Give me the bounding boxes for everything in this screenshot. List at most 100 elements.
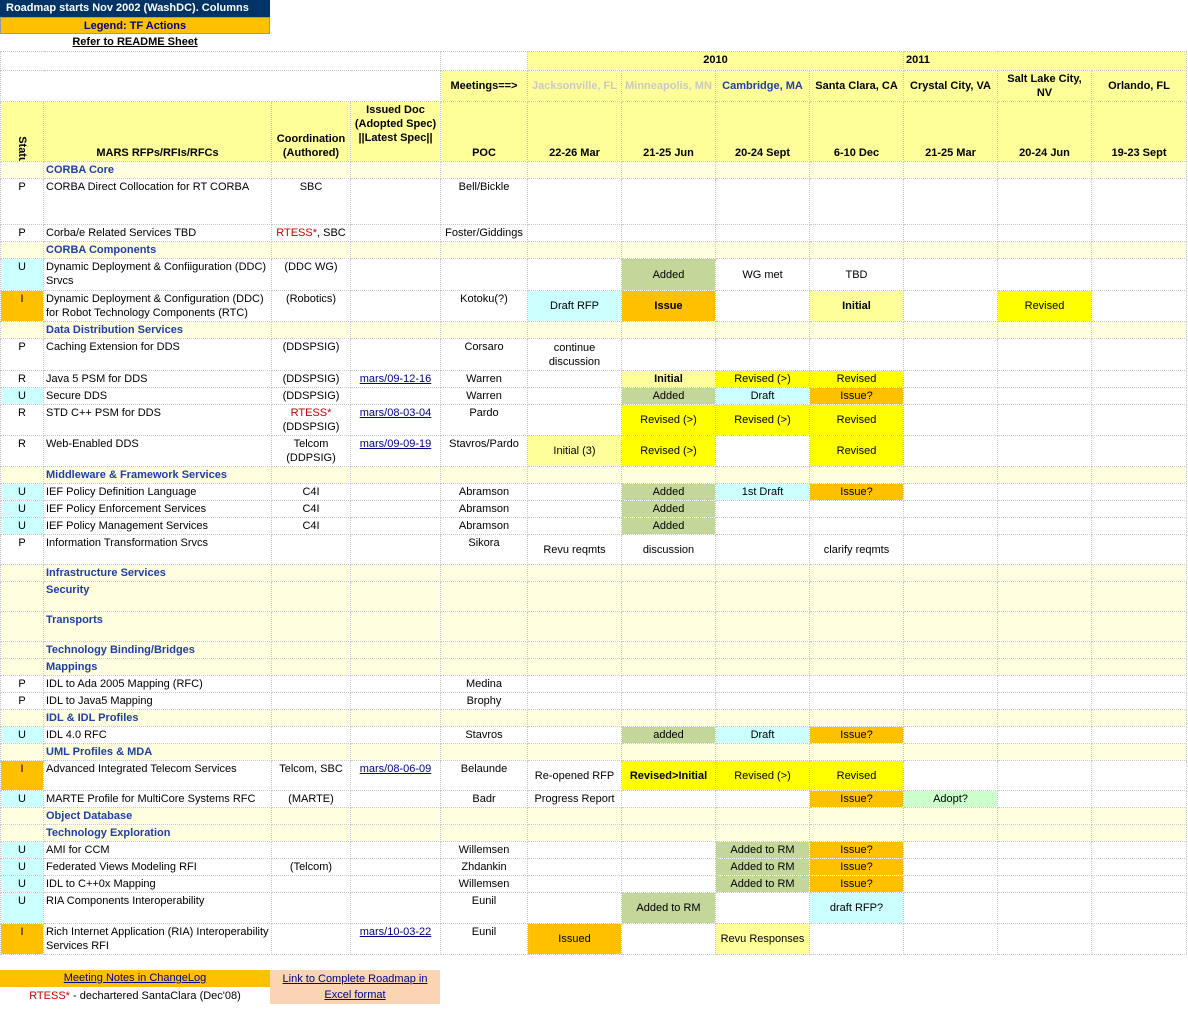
poc-cell: Abramson bbox=[440, 483, 528, 501]
meeting-action-cell: Initial bbox=[621, 370, 716, 388]
section-row: Data Distribution Services bbox=[0, 321, 1187, 339]
coordination-text: C4I bbox=[302, 503, 320, 515]
poc-cell: Bell/Bickle bbox=[440, 178, 528, 225]
meeting-action-cell bbox=[903, 258, 998, 291]
coordination-cell: C4I bbox=[271, 483, 351, 501]
meeting-action-cell bbox=[527, 692, 622, 710]
meeting-action-cell bbox=[1091, 760, 1187, 791]
section-row: Mappings bbox=[0, 658, 1187, 676]
roadmap-title: Roadmap starts Nov 2002 (WashDC). Column… bbox=[0, 0, 270, 17]
issued-doc-cell bbox=[350, 858, 441, 876]
meeting-action-cell: Issue? bbox=[809, 726, 904, 744]
issued-doc-cell bbox=[350, 790, 441, 808]
meeting-action-cell bbox=[715, 290, 810, 322]
meeting-action-cell bbox=[997, 387, 1092, 405]
blank-cell bbox=[809, 581, 904, 612]
meeting-action-cell bbox=[715, 692, 810, 710]
meeting-action-cell: Revised (>) bbox=[715, 404, 810, 436]
meeting-action-cell bbox=[997, 726, 1092, 744]
blank-cell bbox=[271, 161, 351, 179]
blank-cell bbox=[527, 241, 622, 259]
blank-cell bbox=[715, 743, 810, 761]
status-cell: R bbox=[0, 435, 44, 467]
meeting-action-cell: Revu Responses bbox=[715, 923, 810, 955]
poc-cell: Foster/Giddings bbox=[440, 224, 528, 242]
coordination-text: (DDSPSIG) bbox=[282, 373, 340, 385]
meeting-action-cell bbox=[997, 923, 1092, 955]
doc-link[interactable]: mars/09-12-16 bbox=[360, 373, 432, 385]
meeting-action-cell bbox=[903, 841, 998, 859]
status-cell: I bbox=[0, 760, 44, 791]
meeting-action-cell bbox=[903, 892, 998, 924]
blank-cell bbox=[621, 807, 716, 825]
issued-doc-cell bbox=[350, 338, 441, 371]
coordination-cell bbox=[271, 692, 351, 710]
issued-doc-header: Issued Doc (Adopted Spec) ||Latest Spec|… bbox=[350, 101, 441, 162]
meeting-action-cell bbox=[527, 675, 622, 693]
status-cell: U bbox=[0, 726, 44, 744]
meeting-action-cell: clarify reqmts bbox=[809, 534, 904, 565]
blank-cell bbox=[809, 564, 904, 582]
blank-cell bbox=[809, 641, 904, 659]
blank-cell bbox=[809, 241, 904, 259]
coordination-cell: (MARTE) bbox=[271, 790, 351, 808]
complete-roadmap-link[interactable]: Link to Complete Roadmap in Excel format bbox=[270, 970, 440, 1004]
blank-cell bbox=[350, 321, 441, 339]
doc-link[interactable]: mars/09-09-19 bbox=[360, 438, 432, 450]
issued-doc-cell: mars/10-03-22 bbox=[350, 923, 441, 955]
blank-cell bbox=[440, 658, 528, 676]
meeting-notes-link[interactable]: Meeting Notes in ChangeLog bbox=[0, 970, 270, 987]
meeting-action-cell bbox=[809, 692, 904, 710]
blank-cell bbox=[809, 321, 904, 339]
blank-cell bbox=[997, 709, 1092, 727]
issued-doc-cell bbox=[350, 483, 441, 501]
meeting-action-cell: Added bbox=[621, 500, 716, 518]
blank-cell bbox=[440, 161, 528, 179]
roadmap-table: 2010 2011 Meetings==> Jacksonville, FL Mi… bbox=[0, 51, 1187, 955]
issued-doc-cell bbox=[350, 841, 441, 859]
blank-cell bbox=[440, 641, 528, 659]
rfp-name: IDL to Ada 2005 Mapping (RFC) bbox=[43, 675, 272, 693]
blank-cell bbox=[440, 709, 528, 727]
coordination-text: (DDSPSIG) bbox=[282, 390, 340, 402]
meeting-action-cell bbox=[1091, 387, 1187, 405]
readme-link[interactable]: Refer to README Sheet bbox=[0, 34, 270, 51]
meeting-action-cell bbox=[997, 258, 1092, 291]
meeting-action-cell bbox=[621, 875, 716, 893]
meeting-action-cell bbox=[621, 338, 716, 371]
meeting-action-cell: Revised (>) bbox=[621, 404, 716, 436]
section-row: Object Database bbox=[0, 807, 1187, 825]
meeting-action-cell bbox=[1091, 224, 1187, 242]
coordination-text: , SBC bbox=[317, 227, 346, 239]
meeting-action-cell: discussion bbox=[621, 534, 716, 565]
table-row: P Information Transformation Srvcs Sikora R… bbox=[0, 534, 1187, 565]
blank-cell bbox=[527, 807, 622, 825]
meeting-action-cell bbox=[997, 338, 1092, 371]
blank-cell bbox=[440, 466, 528, 484]
blank-cell bbox=[0, 641, 44, 659]
meeting-action-cell bbox=[997, 692, 1092, 710]
meeting-action-cell: Draft bbox=[715, 726, 810, 744]
coordination-cell bbox=[271, 675, 351, 693]
blank-cell bbox=[440, 321, 528, 339]
doc-link[interactable]: mars/08-06-09 bbox=[360, 763, 432, 775]
table-row: R Web-Enabled DDS Telcom (DDPSIG) mars/09-0… bbox=[0, 435, 1187, 467]
poc-cell: Stavros/Pardo bbox=[440, 435, 528, 467]
doc-link[interactable]: mars/10-03-22 bbox=[360, 926, 432, 938]
issued-doc-cell bbox=[350, 387, 441, 405]
blank-cell bbox=[903, 161, 998, 179]
status-cell: U bbox=[0, 841, 44, 859]
meeting-action-cell: Draft bbox=[715, 387, 810, 405]
blank-cell bbox=[715, 611, 810, 642]
coordination-text: (DDC WG) bbox=[284, 261, 338, 273]
coordination-cell bbox=[271, 892, 351, 924]
blank-cell bbox=[1091, 824, 1187, 842]
doc-link[interactable]: mars/08-03-04 bbox=[360, 407, 432, 419]
blank-cell bbox=[809, 743, 904, 761]
issued-doc-cell bbox=[350, 726, 441, 744]
meeting-action-cell bbox=[903, 370, 998, 388]
blank-cell bbox=[621, 564, 716, 582]
section-row: Middleware & Framework Services bbox=[0, 466, 1187, 484]
blank-cell bbox=[997, 658, 1092, 676]
rfp-name: CORBA Direct Collocation for RT CORBA bbox=[43, 178, 272, 225]
